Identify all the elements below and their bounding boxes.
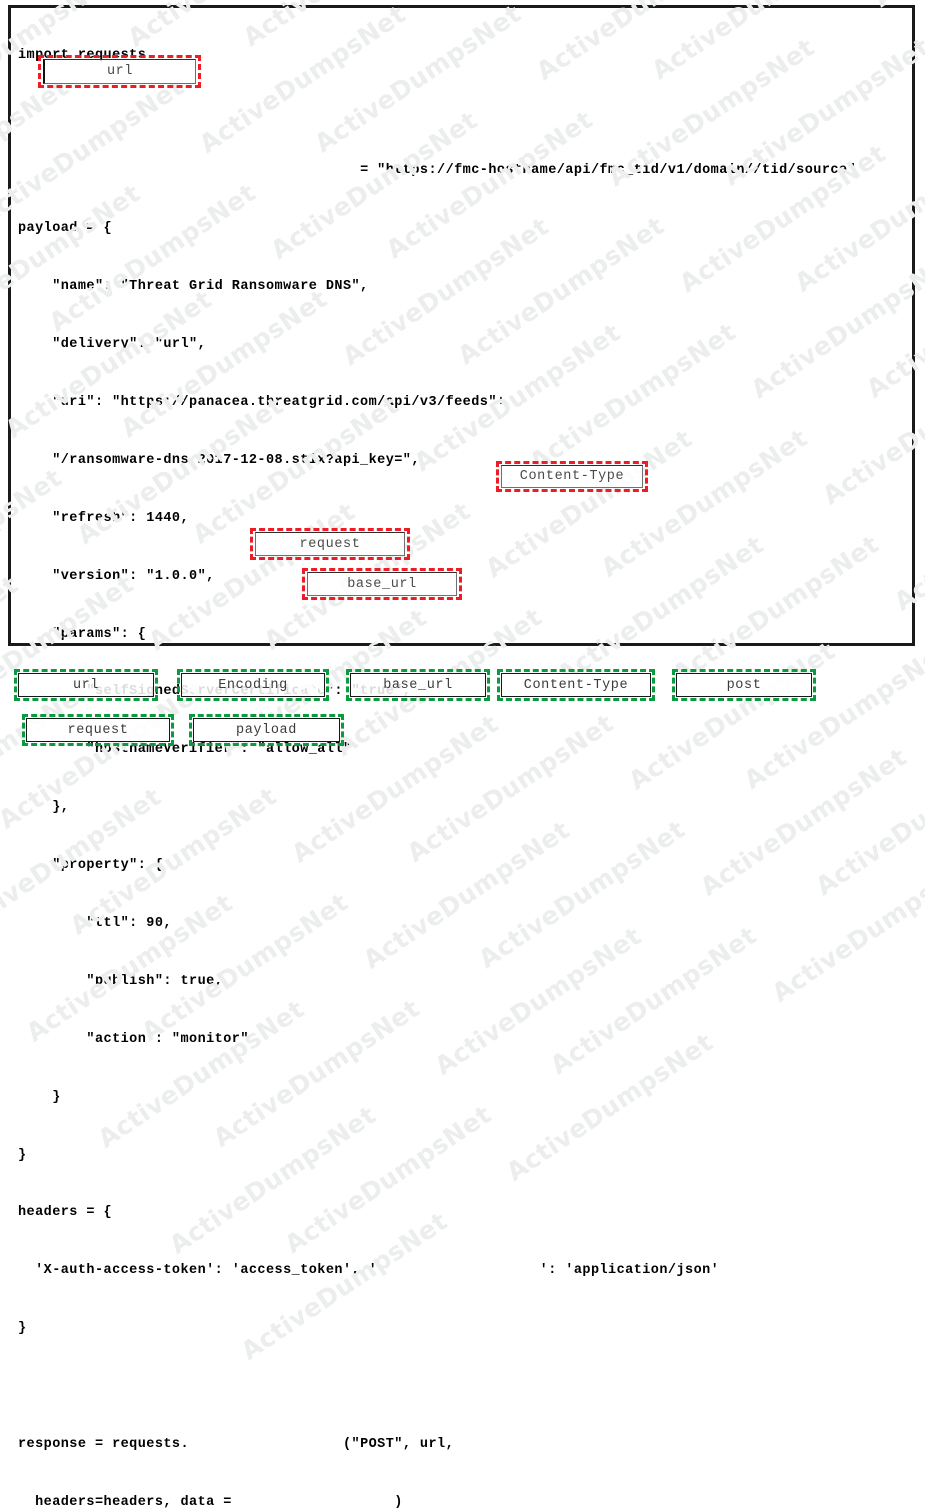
palette-chip-request-label: request [67,722,129,738]
code-line: "action": "monitor" [18,1031,249,1047]
code-response-prefix: response = requests. [18,1436,190,1452]
code-headers-suffix: ': 'application/json' [539,1263,720,1279]
palette-chip-base-url-label: base_url [383,677,453,693]
dropzone-content-type[interactable]: Content-Type [496,461,648,492]
code-line: "property": { [18,858,164,874]
code-listing: import requests = "https://fmc-hostname/… [18,7,856,1510]
code-line-data: headers=headers, data = ) [18,1493,856,1510]
dropzone-url[interactable]: url [38,55,201,88]
code-line: "publish": true, [18,973,224,989]
palette-chip-content-type-label: Content-Type [523,677,629,693]
dropzone-content-type-label: Content-Type [519,469,625,484]
code-line: "/ransomware-dns 2017-12-08.stix?api_key… [18,452,420,468]
code-line: "params": { [18,626,147,642]
code-headers-prefix: 'X-auth-access-token': 'access_token', ' [18,1263,378,1279]
palette-chip-request[interactable]: request [22,714,174,746]
code-data-suffix: ) [394,1494,403,1510]
code-line: "ttl": 90, [18,915,172,931]
palette-chip-post-label: post [726,677,762,693]
code-line: headers = { [18,1205,113,1221]
palette-chip-url[interactable]: url [14,669,158,701]
code-line: "name": "Threat Grid Ransomware DNS", [18,279,369,295]
code-line-url: = "https://fmc-hostname/api/fmc_tid/v1/d… [18,161,856,180]
code-data-prefix: headers=headers, data = [18,1494,232,1510]
code-line: payload = { [18,221,113,237]
palette-chip-url-label: url [72,677,100,693]
code-line: }, [18,800,70,816]
code-url-suffix: = "https://fmc-hostname/api/fmc_tid/v1/d… [360,163,857,179]
code-line-response: response = requests. ("POST", url, [18,1435,856,1454]
dropzone-url-label: url [106,64,134,79]
palette-chip-content-type[interactable]: Content-Type [497,669,655,701]
palette-chip-encoding-label: Encoding [218,677,288,693]
dropzone-base-url-label: base_url [347,576,417,592]
palette-chip-payload[interactable]: payload [189,714,344,746]
dropzone-base-url[interactable]: base_url [302,568,462,600]
palette-chip-post[interactable]: post [672,669,816,701]
code-line: } [18,1089,61,1105]
dropzone-request[interactable]: request [250,528,410,560]
palette-chip-encoding[interactable]: Encoding [177,669,329,701]
code-line: } [18,1321,27,1337]
code-response-suffix: ("POST", url, [342,1436,455,1452]
code-line-headers: 'X-auth-access-token': 'access_token', '… [18,1261,856,1280]
code-line: } [18,1147,27,1163]
dropzone-request-label: request [299,536,361,552]
palette-chip-base-url[interactable]: base_url [346,669,490,701]
code-line: "uri": "https://panacea.threatgrid.com/a… [18,394,506,410]
code-line: "delivery": "url", [18,337,207,353]
palette-chip-payload-label: payload [236,722,297,738]
code-line: "refresh": 1440, [18,510,190,526]
